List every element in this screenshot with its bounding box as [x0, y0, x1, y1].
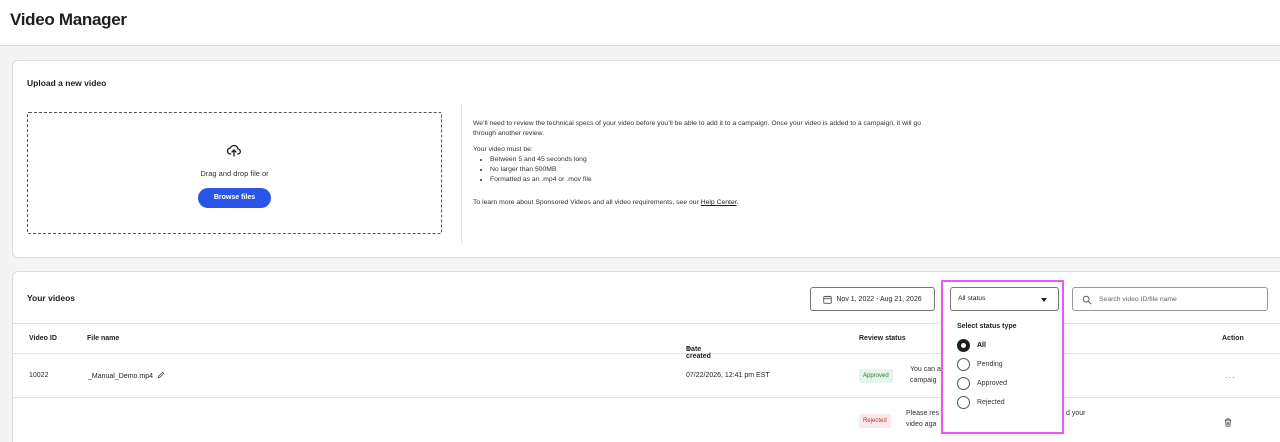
learn-more-suffix: . — [736, 199, 739, 206]
table-header: Video ID File name Date created ▼ Review… — [13, 323, 1280, 360]
status-dropdown-menu: Select status type All Pending Approved … — [943, 311, 1063, 432]
review-message: You can a campaig — [910, 364, 941, 386]
search-box[interactable] — [1072, 287, 1268, 311]
col-action: Action — [1222, 335, 1244, 342]
review-line: You can a — [910, 366, 941, 373]
status-option-approved[interactable]: Approved — [957, 376, 1007, 390]
videos-card: Your videos Nov 1, 2022 - Aug 21, 2026 A… — [12, 271, 1280, 442]
learn-more-text: To learn more about Sponsored Videos and… — [473, 198, 943, 208]
file-name: _Manual_Demo.mp4 — [88, 373, 153, 380]
learn-more-prefix: To learn more about Sponsored Videos and… — [473, 199, 701, 206]
radio-icon — [957, 395, 970, 409]
review-message: Please res video aga — [906, 408, 939, 430]
top-bar: Video Manager — [0, 0, 1280, 46]
radio-icon — [957, 376, 970, 390]
requirement-item: No larger than 500MB — [490, 165, 943, 175]
radio-selected-icon — [957, 338, 970, 352]
option-label: Approved — [977, 379, 1007, 387]
col-review-status: Review status — [859, 335, 906, 342]
search-input[interactable] — [1099, 293, 1259, 306]
chevron-down-icon — [1041, 298, 1047, 302]
video-id: 10022 — [29, 372, 49, 379]
status-filter-select[interactable]: All status — [950, 287, 1059, 311]
review-line: campaig — [910, 377, 937, 384]
calendar-icon — [823, 295, 832, 304]
radio-icon — [957, 357, 970, 371]
cloud-upload-icon — [226, 144, 241, 157]
requirements-heading: Your video must be: — [473, 146, 533, 153]
upload-info: We’ll need to review the technical specs… — [473, 119, 943, 208]
review-line: video aga — [906, 421, 937, 428]
file-name-cell: _Manual_Demo.mp4 — [88, 371, 165, 380]
status-option-rejected[interactable]: Rejected — [957, 395, 1005, 409]
more-options-icon[interactable]: ··· — [1225, 373, 1236, 382]
page-title: Video Manager — [10, 10, 127, 29]
date-range-label: Nov 1, 2022 - Aug 21, 2026 — [836, 295, 922, 303]
status-option-pending[interactable]: Pending — [957, 357, 1003, 371]
requirement-item: Formatted as an .mp4 or .mov file — [490, 175, 943, 185]
trash-icon[interactable] — [1224, 418, 1232, 427]
requirements-list: Between 5 and 45 seconds long No larger … — [490, 155, 943, 185]
drag-drop-text: Drag and drop file or — [200, 169, 269, 178]
sort-icon: ▼ — [686, 346, 691, 352]
option-label: Pending — [977, 360, 1003, 368]
status-option-all[interactable]: All — [957, 338, 986, 352]
review-line-fragment: d your — [1066, 410, 1086, 417]
search-icon — [1082, 295, 1092, 305]
col-file-name: File name — [87, 335, 120, 342]
status-filter-value: All status — [958, 295, 986, 302]
info-intro: We’ll need to review the technical specs… — [473, 120, 921, 137]
col-video-id: Video ID — [29, 335, 57, 342]
date-created: 07/22/2026, 12:41 pm EST — [686, 372, 770, 379]
requirement-item: Between 5 and 45 seconds long — [490, 155, 943, 165]
browse-files-button[interactable]: Browse files — [198, 188, 271, 208]
status-badge: Approved — [859, 369, 893, 383]
help-center-link[interactable]: Help Center — [701, 199, 737, 206]
option-label: All — [977, 341, 986, 349]
option-label: Rejected — [977, 398, 1005, 406]
divider — [461, 105, 462, 243]
dropdown-title: Select status type — [957, 323, 1017, 330]
pencil-icon[interactable] — [157, 371, 165, 379]
review-line: Please res — [906, 410, 940, 417]
table-row: Rejected Please res video aga d your — [13, 398, 1280, 442]
videos-title: Your videos — [27, 293, 76, 303]
upload-card: Upload a new video Drag and drop file or… — [12, 60, 1280, 258]
upload-title: Upload a new video — [27, 78, 107, 88]
status-badge: Rejected — [859, 414, 891, 428]
drop-zone[interactable]: Drag and drop file or Browse files — [27, 112, 442, 234]
date-range-button[interactable]: Nov 1, 2022 - Aug 21, 2026 — [810, 287, 935, 311]
table-row: 10022 _Manual_Demo.mp4 07/22/2026, 12:41… — [13, 354, 1280, 398]
